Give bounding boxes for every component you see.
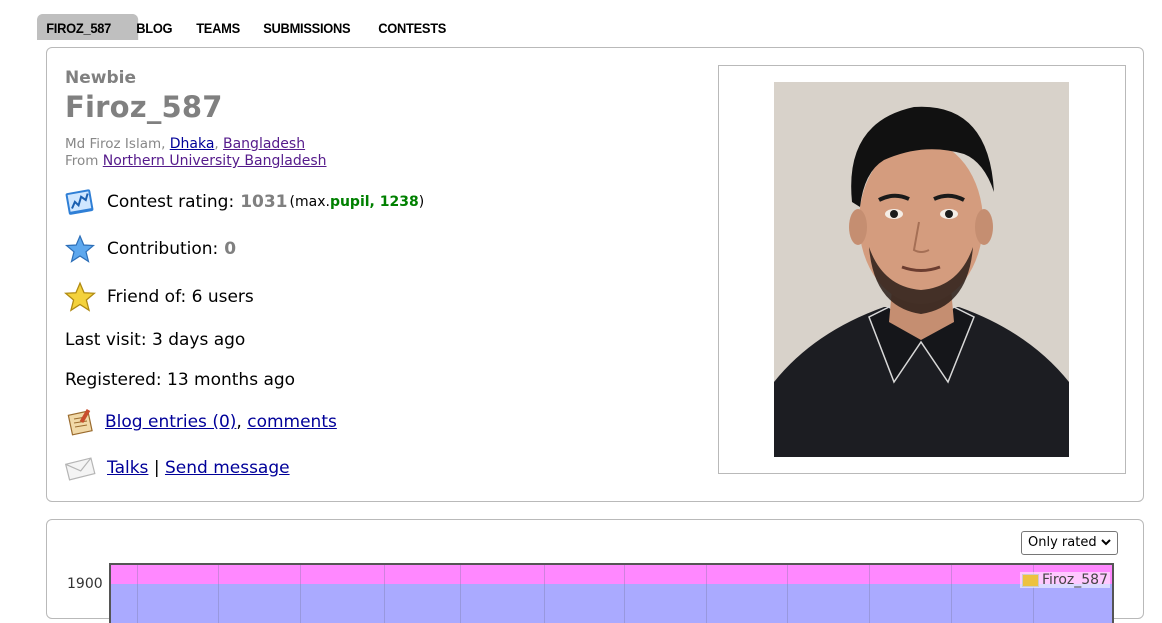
grid-line [137,565,138,623]
rating-graph-box: Only rated 1900 Firoz_587 [46,519,1144,623]
contest-rating-label: Contest rating: [107,192,235,212]
rating-filter-select[interactable]: Only rated [1021,531,1118,555]
contribution-label: Contribution: [107,239,219,259]
nav-profile-tab[interactable]: FIROZ_587 [37,14,139,40]
top-nav: FIROZ_587 BLOG TEAMS SUBMISSIONS CONTEST… [37,14,463,40]
user-location: Md Firoz Islam, Dhaka, Bangladesh [65,136,306,152]
rating-plot: Firoz_587 [109,563,1114,623]
organization-link[interactable]: Northern University Bangladesh [103,153,327,169]
y-axis-tick: 1900 [67,576,103,592]
talks-row: Talks | Send message [63,451,290,485]
rating-band-pink [111,565,1112,584]
contest-rating-row: Contest rating: 1031 (max. pupil, 1238 ) [63,185,424,219]
avatar-frame [718,65,1126,474]
avatar [774,82,1069,457]
max-rating-value: pupil, 1238 [329,194,419,210]
country-link[interactable]: Bangladesh [223,136,305,152]
chart-legend: Firoz_587 [1019,572,1110,588]
chevron-down-icon [1100,534,1112,554]
talks-link[interactable]: Talks [107,458,148,478]
envelope-icon [63,451,97,485]
nav-blog-tab[interactable]: BLOG [127,14,182,40]
registered-row: Registered: 13 months ago [65,370,295,390]
send-message-link[interactable]: Send message [165,458,290,478]
nav-teams-tab[interactable]: TEAMS [187,14,249,40]
user-full-name: Md Firoz Islam, [65,136,170,152]
gold-star-icon [63,280,97,314]
grid-line [544,565,545,623]
grid-line [218,565,219,623]
rating-graph-icon [63,185,97,219]
grid-line [951,565,952,623]
blue-star-icon [63,232,97,266]
friends-label: Friend of: 6 users [107,287,254,307]
grid-line [460,565,461,623]
grid-line [384,565,385,623]
contribution-value: 0 [224,239,237,259]
last-visit-text: Last visit: 3 days ago [65,330,246,350]
rating-filter-value: Only rated [1028,535,1097,550]
comments-link[interactable]: comments [247,412,337,432]
blog-entries-link[interactable]: Blog entries (0) [105,412,236,432]
last-visit-row: Last visit: 3 days ago [65,330,245,350]
city-link[interactable]: Dhaka [170,136,215,152]
grid-line [300,565,301,623]
user-handle: Firoz_587 [65,90,223,124]
blog-row: Blog entries (0) , comments [63,405,337,439]
rating-band-purple [111,584,1112,623]
grid-line [869,565,870,623]
user-organization: From Northern University Bangladesh [65,153,327,169]
nav-contests-tab[interactable]: CONTESTS [369,14,455,40]
user-rank: Newbie [65,68,136,88]
grid-line [706,565,707,623]
contest-rating-value: 1031 [240,192,288,212]
legend-swatch [1021,573,1039,587]
friends-row: Friend of: 6 users [63,280,254,314]
blog-notepad-icon [63,405,97,439]
profile-box: Newbie Firoz_587 Md Firoz Islam, Dhaka, … [46,47,1144,502]
grid-line [624,565,625,623]
nav-submissions-tab[interactable]: SUBMISSIONS [254,14,360,40]
user-meta: Md Firoz Islam, Dhaka, Bangladesh From N… [65,136,327,170]
registered-text: Registered: 13 months ago [65,370,296,390]
legend-label: Firoz_587 [1041,572,1108,588]
contribution-row: Contribution: 0 [63,232,236,266]
grid-line [787,565,788,623]
